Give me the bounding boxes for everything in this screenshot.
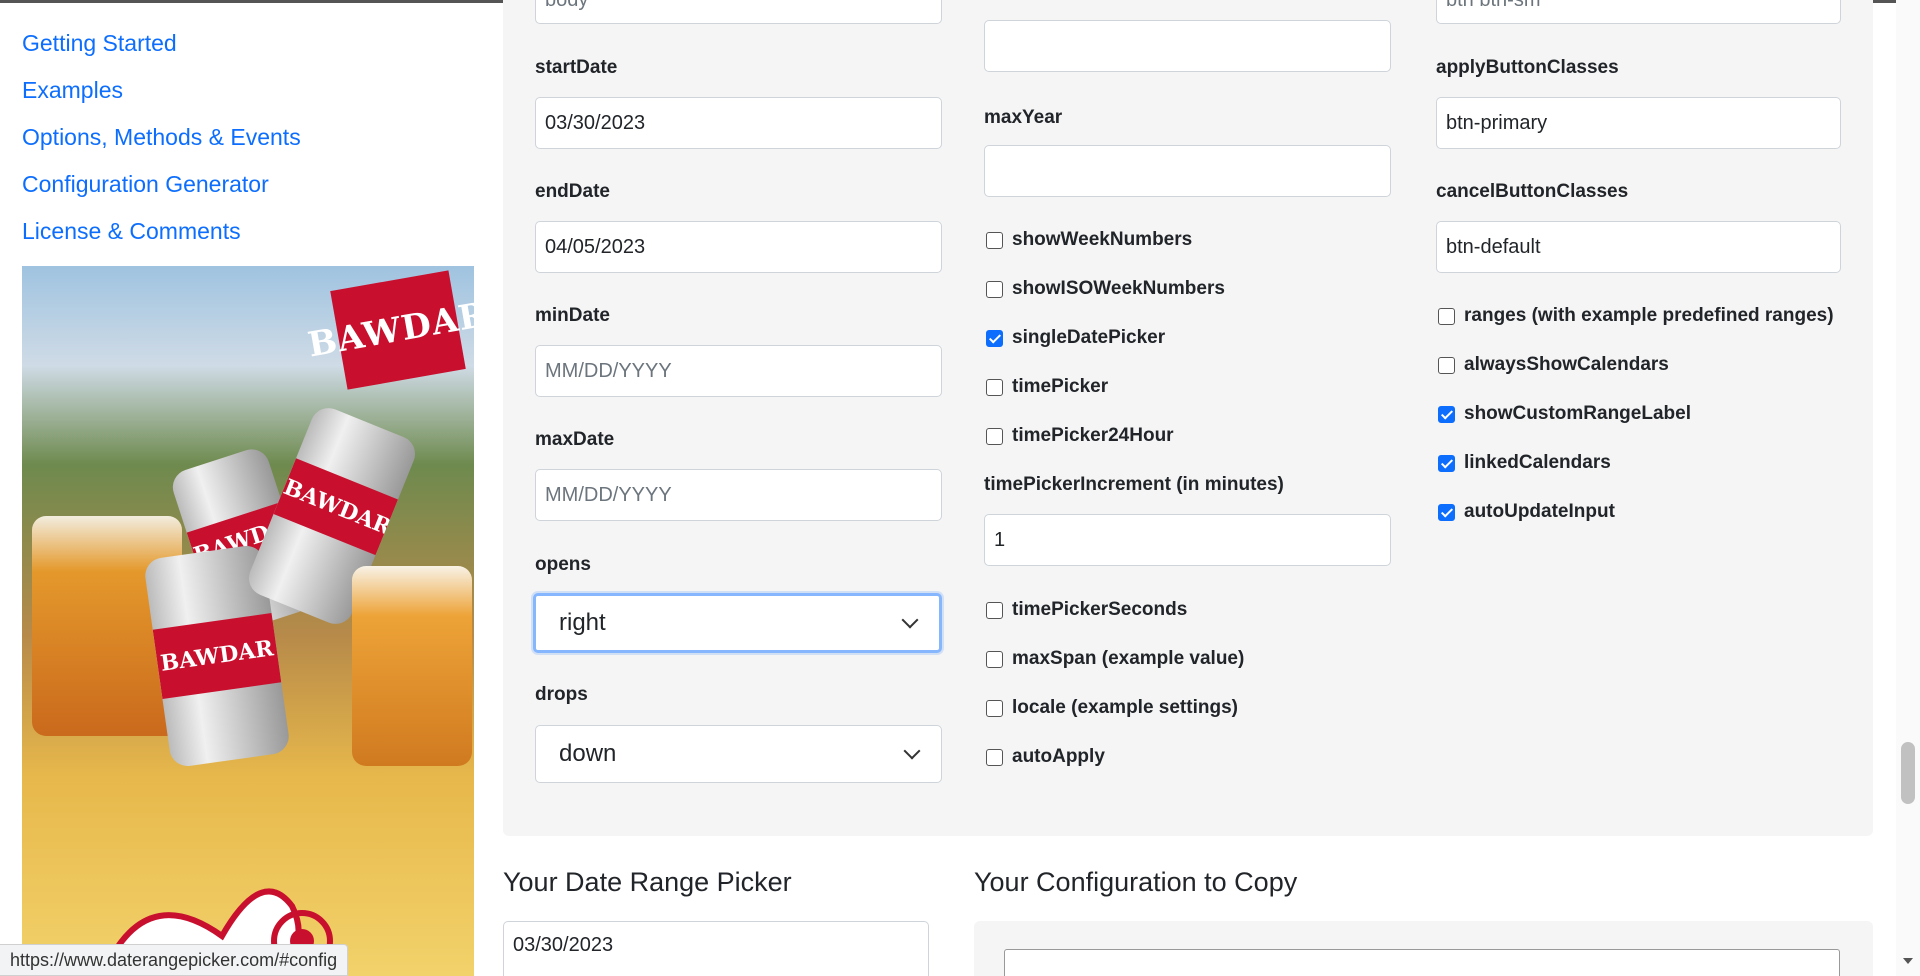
- your-date-range-picker-heading: Your Date Range Picker: [503, 867, 792, 897]
- apply-button-classes-label: applyButtonClasses: [1436, 57, 1619, 78]
- checkbox-time-picker-24hour[interactable]: timePicker24Hour: [986, 425, 1174, 447]
- buttonclasses-input-partial[interactable]: btn btn-sm: [1436, 0, 1841, 24]
- checkbox-label: showWeekNumbers: [1012, 229, 1193, 250]
- sidebar-nav: Getting Started Examples Options, Method…: [22, 28, 301, 263]
- checkbox-label: singleDatePicker: [1012, 327, 1166, 348]
- cancel-button-classes-label: cancelButtonClasses: [1436, 181, 1629, 202]
- render-input-partial[interactable]: body: [535, 0, 942, 24]
- brand-logo: BAWDAR: [305, 270, 474, 390]
- chevron-down-icon: [901, 611, 919, 629]
- checkbox-linked-calendars[interactable]: linkedCalendars: [1438, 452, 1611, 474]
- checkbox-box-checked[interactable]: [1438, 454, 1455, 472]
- your-configuration-heading: Your Configuration to Copy: [974, 867, 1298, 897]
- vertical-scrollbar[interactable]: [1896, 0, 1920, 976]
- checkbox-show-week-numbers[interactable]: showWeekNumbers: [986, 229, 1192, 251]
- checkbox-box[interactable]: [986, 748, 1003, 766]
- checkbox-label: timePickerSeconds: [1012, 599, 1188, 620]
- checkbox-box[interactable]: [986, 378, 1003, 396]
- checkbox-label: showISOWeekNumbers: [1012, 278, 1225, 299]
- checkbox-auto-apply[interactable]: autoApply: [986, 746, 1105, 768]
- status-bar-url: https://www.daterangepicker.com/#config: [0, 944, 349, 976]
- checkbox-always-show-calendars[interactable]: alwaysShowCalendars: [1438, 354, 1669, 376]
- checkbox-box[interactable]: [1438, 356, 1455, 374]
- checkbox-time-picker[interactable]: timePicker: [986, 376, 1108, 398]
- configuration-output-panel: [974, 921, 1873, 976]
- checkbox-box[interactable]: [1438, 307, 1455, 325]
- mindate-label: minDate: [535, 305, 610, 326]
- configuration-textarea[interactable]: [1004, 949, 1840, 976]
- nav-license-comments[interactable]: License & Comments: [22, 216, 301, 263]
- mindate-input[interactable]: [535, 345, 942, 397]
- drops-select[interactable]: down: [535, 725, 942, 783]
- maxdate-input[interactable]: [535, 469, 942, 521]
- checkbox-label: maxSpan (example value): [1012, 648, 1245, 669]
- advertisement-banner[interactable]: BAWDAR BAWDAR BAWDAR BAWDAR: [22, 266, 474, 976]
- drops-selected-value: down: [559, 740, 617, 767]
- checkbox-time-picker-seconds[interactable]: timePickerSeconds: [986, 599, 1187, 621]
- chevron-down-icon: [903, 742, 921, 760]
- checkbox-label: alwaysShowCalendars: [1464, 354, 1669, 375]
- scroll-down-arrow-icon[interactable]: [1903, 958, 1913, 964]
- checkbox-label: autoUpdateInput: [1464, 501, 1615, 522]
- checkbox-show-custom-range-label[interactable]: showCustomRangeLabel: [1438, 403, 1691, 425]
- checkbox-label: ranges (with example predefined ranges): [1464, 305, 1834, 326]
- checkbox-box[interactable]: [986, 699, 1003, 717]
- nav-examples[interactable]: Examples: [22, 75, 301, 122]
- startdate-label: startDate: [535, 57, 618, 78]
- nav-configuration-generator[interactable]: Configuration Generator: [22, 169, 301, 216]
- maxyear-label: maxYear: [984, 107, 1063, 128]
- checkbox-box-checked[interactable]: [986, 329, 1003, 347]
- time-picker-increment-label: timePickerIncrement (in minutes): [984, 474, 1284, 495]
- checkbox-ranges[interactable]: ranges (with example predefined ranges): [1438, 305, 1834, 327]
- checkbox-label: linkedCalendars: [1464, 452, 1611, 473]
- checkbox-max-span[interactable]: maxSpan (example value): [986, 648, 1244, 670]
- checkbox-box[interactable]: [986, 231, 1003, 249]
- nav-options-methods-events[interactable]: Options, Methods & Events: [22, 122, 301, 169]
- can-label-right: BAWDAR: [273, 458, 398, 556]
- beer-glass-right: [352, 566, 472, 766]
- opens-select[interactable]: right: [533, 593, 942, 653]
- date-range-picker-input[interactable]: 03/30/2023: [503, 921, 929, 976]
- checkbox-locale[interactable]: locale (example settings): [986, 697, 1238, 719]
- opens-selected-value: right: [559, 609, 606, 636]
- opens-label: opens: [535, 554, 591, 575]
- startdate-input[interactable]: [535, 97, 942, 149]
- nav-getting-started[interactable]: Getting Started: [22, 28, 301, 75]
- enddate-label: endDate: [535, 181, 610, 202]
- apply-button-classes-input[interactable]: [1436, 97, 1841, 149]
- drops-label: drops: [535, 684, 588, 705]
- checkbox-box[interactable]: [986, 601, 1003, 619]
- checkbox-single-date-picker[interactable]: singleDatePicker: [986, 327, 1165, 349]
- can-label-front: BAWDAR: [152, 612, 282, 700]
- checkbox-box[interactable]: [986, 650, 1003, 668]
- checkbox-box[interactable]: [986, 427, 1003, 445]
- checkbox-box-checked[interactable]: [1438, 503, 1455, 521]
- cancel-button-classes-input[interactable]: [1436, 221, 1841, 273]
- checkbox-label: autoApply: [1012, 746, 1105, 767]
- checkbox-label: timePicker: [1012, 376, 1109, 397]
- checkbox-label: showCustomRangeLabel: [1464, 403, 1691, 424]
- enddate-input[interactable]: [535, 221, 942, 273]
- scrollbar-thumb[interactable]: [1901, 742, 1915, 804]
- time-picker-increment-input[interactable]: [984, 514, 1391, 566]
- maxdate-label: maxDate: [535, 429, 615, 450]
- minyear-input[interactable]: [984, 20, 1391, 72]
- checkbox-auto-update-input[interactable]: autoUpdateInput: [1438, 501, 1615, 523]
- checkbox-label: timePicker24Hour: [1012, 425, 1174, 446]
- checkbox-label: locale (example settings): [1012, 697, 1238, 718]
- maxyear-input[interactable]: [984, 145, 1391, 197]
- checkbox-show-iso-week-numbers[interactable]: showISOWeekNumbers: [986, 278, 1225, 300]
- checkbox-box-checked[interactable]: [1438, 405, 1455, 423]
- checkbox-box[interactable]: [986, 280, 1003, 298]
